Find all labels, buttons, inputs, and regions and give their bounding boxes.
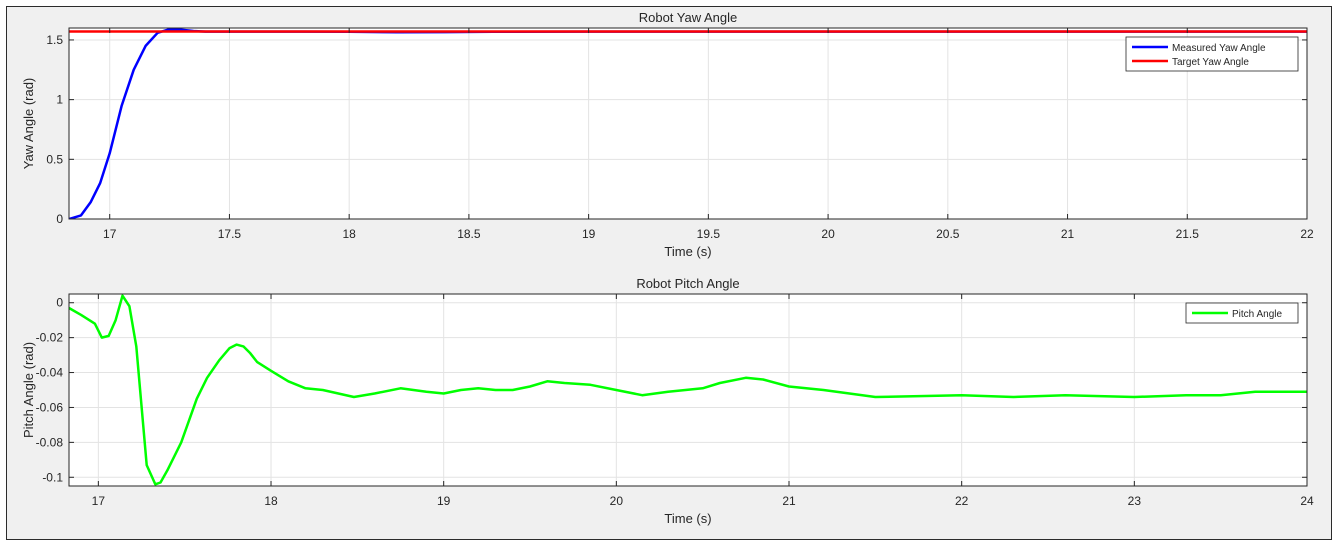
x-tick-label: 20 xyxy=(821,227,835,241)
yaw-legend: Measured Yaw Angle Target Yaw Angle xyxy=(1125,36,1299,72)
y-tick-label: -0.08 xyxy=(36,435,64,449)
yaw-x-axis-label: Time (s) xyxy=(664,244,711,259)
y-tick-label: -0.02 xyxy=(36,331,64,345)
x-tick-label: 17 xyxy=(103,227,117,241)
x-tick-label: 17.5 xyxy=(218,227,242,241)
yaw-chart-title: Robot Yaw Angle xyxy=(639,10,738,25)
figure-canvas: 17 17.5 18 18.5 19 19.5 20 20.5 21 21.5 22 0 0.5 1 1.… xyxy=(21,10,1314,526)
yaw-axes-background xyxy=(69,28,1307,219)
pitch-x-axis-label: Time (s) xyxy=(664,511,711,526)
x-tick-label: 22 xyxy=(955,494,969,508)
legend-label-target: Target Yaw Angle xyxy=(1172,57,1249,68)
y-tick-label: 1 xyxy=(56,93,63,107)
x-tick-label: 21.5 xyxy=(1176,227,1200,241)
x-tick-label: 20 xyxy=(610,494,624,508)
legend-label-pitch: Pitch Angle xyxy=(1232,309,1282,320)
y-tick-label: -0.1 xyxy=(42,470,63,484)
y-tick-label: 1.5 xyxy=(46,33,63,47)
pitch-legend: Pitch Angle xyxy=(1185,302,1299,324)
x-tick-label: 23 xyxy=(1128,494,1142,508)
pitch-y-axis-label: Pitch Angle (rad) xyxy=(21,342,36,438)
x-tick-label: 24 xyxy=(1300,494,1314,508)
y-tick-label: -0.04 xyxy=(36,366,64,380)
x-tick-label: 22 xyxy=(1300,227,1314,241)
y-tick-label: -0.06 xyxy=(36,400,64,414)
x-tick-label: 21 xyxy=(782,494,796,508)
legend-label-measured: Measured Yaw Angle xyxy=(1172,43,1266,54)
x-tick-label: 19.5 xyxy=(697,227,721,241)
x-tick-label: 18 xyxy=(342,227,356,241)
y-tick-label: 0 xyxy=(56,212,63,226)
yaw-y-axis-label: Yaw Angle (rad) xyxy=(21,78,36,170)
x-tick-label: 19 xyxy=(582,227,596,241)
yaw-plot: 17 17.5 18 18.5 19 19.5 20 20.5 21 21.5 22 0 0.5 1 1.… xyxy=(21,10,1314,259)
y-tick-label: 0 xyxy=(56,296,63,310)
x-tick-label: 19 xyxy=(437,494,451,508)
pitch-chart-title: Robot Pitch Angle xyxy=(636,276,739,291)
x-tick-label: 17 xyxy=(92,494,106,508)
x-tick-label: 21 xyxy=(1061,227,1075,241)
pitch-plot: 17 18 19 20 21 22 23 24 0 -0.02 -0.04 -0.06 -0.08 -0… xyxy=(21,276,1314,526)
x-tick-label: 18.5 xyxy=(457,227,481,241)
x-tick-label: 20.5 xyxy=(936,227,960,241)
x-tick-label: 18 xyxy=(264,494,278,508)
y-tick-label: 0.5 xyxy=(46,152,63,166)
